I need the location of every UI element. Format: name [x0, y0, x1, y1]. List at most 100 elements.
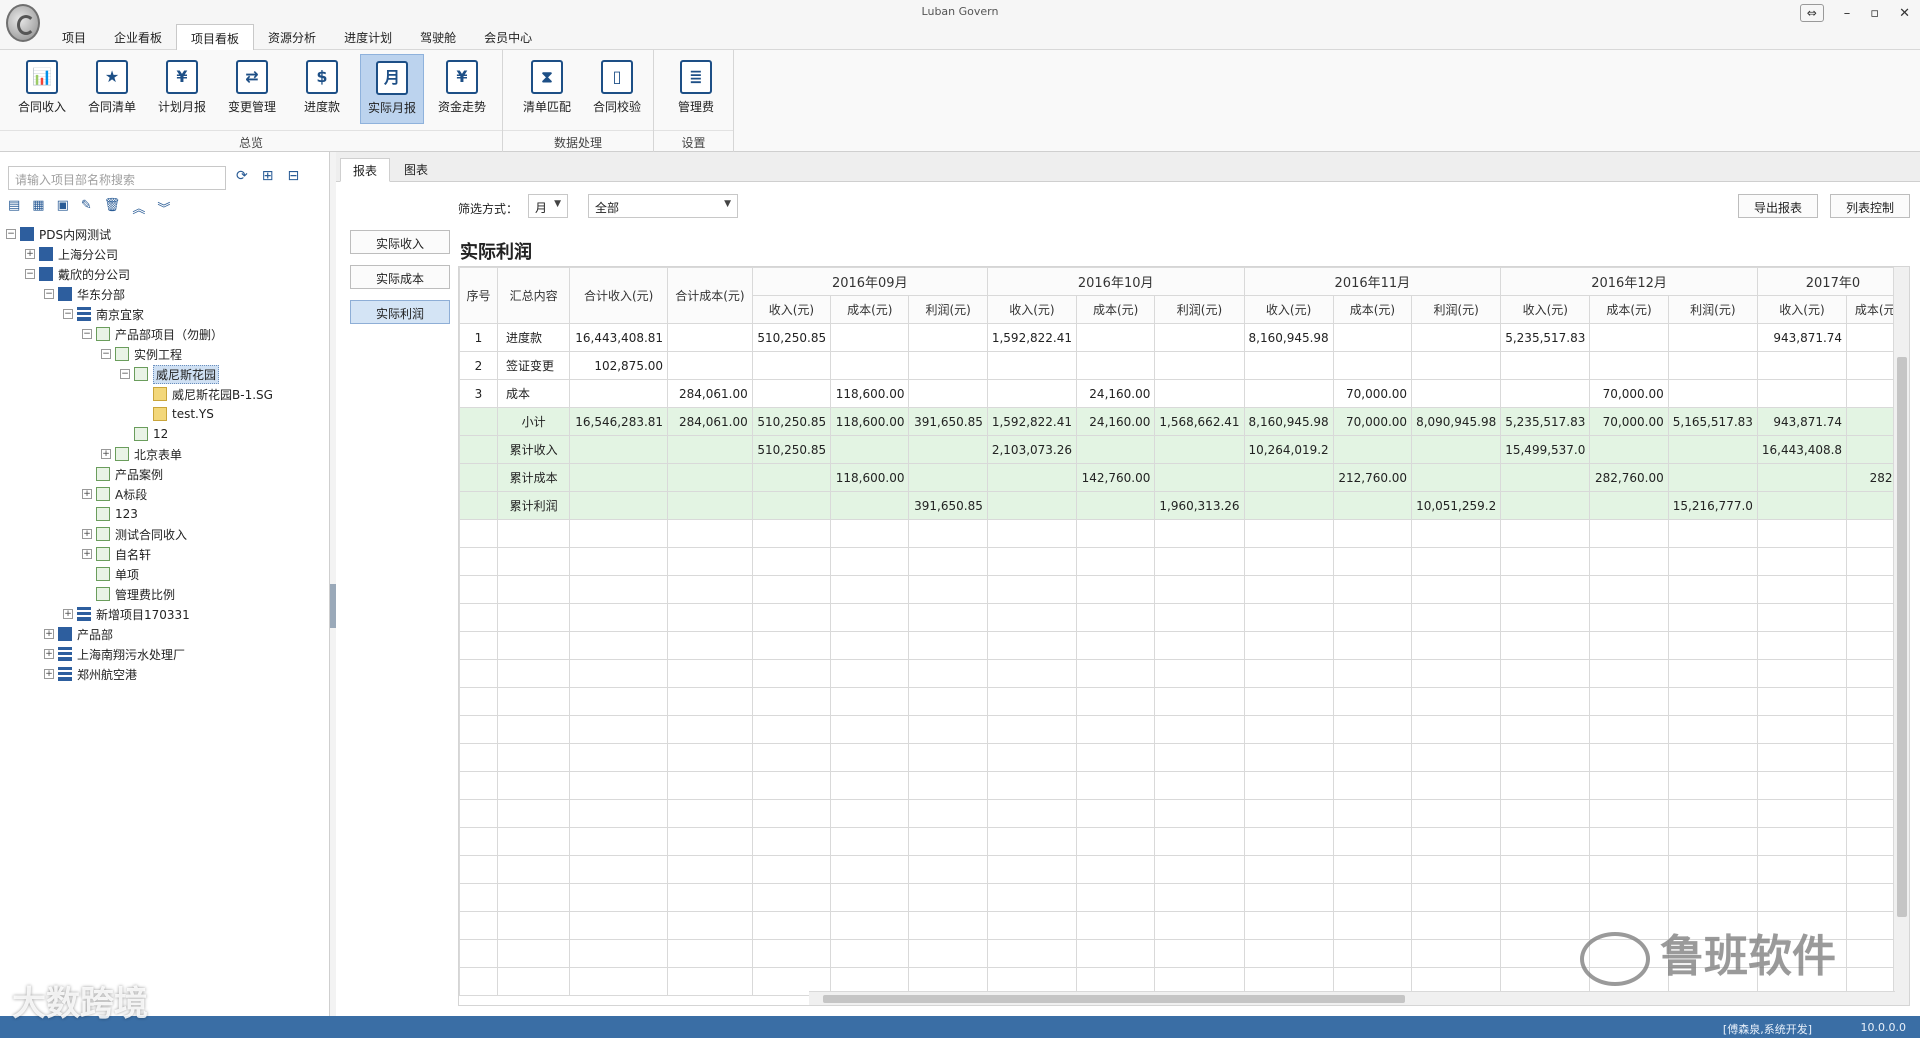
swap-icon[interactable]: ⇔ [1799, 4, 1824, 22]
table-row[interactable]: 3 成本 284,061.00 118,600.00 24,160.00 70,000.0… [459, 379, 1909, 408]
empty-cell [1589, 519, 1669, 548]
table-row[interactable]: 1 进度款 16,443,408.81 510,250.85 1,592,822.41 8… [459, 323, 1909, 352]
empty-cell [667, 855, 753, 884]
column-control-button[interactable]: 列表控制 [1830, 194, 1910, 218]
row-value: 70,000.00 [1589, 407, 1669, 436]
tab-chart[interactable]: 图表 [392, 158, 440, 182]
table-row[interactable]: 2 签证变更 102,875.00 [459, 351, 1909, 380]
move-down-icon[interactable]: ︾ [157, 198, 170, 217]
close-button[interactable]: ✕ [1899, 6, 1910, 21]
month-header: 2016年09月 [751, 267, 988, 296]
tree-node[interactable]: + 自名轩 [6, 544, 326, 564]
fund-trend-button[interactable]: ¥ 资金走势 [430, 54, 494, 124]
scope-select[interactable]: 全部 ▼ [588, 194, 738, 218]
empty-cell [1075, 939, 1156, 968]
menu-item[interactable]: 项目看板 [176, 24, 255, 50]
tree-node[interactable]: − 南京宜家 [6, 304, 326, 324]
tree-node[interactable]: + 测试合同收入 [6, 524, 326, 544]
delete-icon[interactable]: 🗑 [104, 198, 121, 217]
tree-node[interactable]: − 产品部项目（勿删） [6, 324, 326, 344]
scroll-thumb[interactable] [823, 995, 1405, 1003]
vertical-scrollbar[interactable] [1893, 267, 1909, 1005]
tree-node[interactable]: − 戴欣的分公司 [6, 264, 326, 284]
edit-icon[interactable]: ✎ [81, 198, 92, 217]
table-row[interactable]: 小计 16,546,283.81 284,061.00 510,250.85 118,6… [459, 407, 1909, 436]
menu-item[interactable]: 企业看板 [100, 24, 176, 50]
export-report-button[interactable]: 导出报表 [1738, 194, 1818, 218]
period-select[interactable]: 月 ▼ [528, 194, 568, 218]
collapse-icon[interactable]: − [101, 349, 111, 359]
actual-monthly-button[interactable]: 月实际月报 [360, 54, 424, 124]
tree-node[interactable]: test.YS [6, 404, 326, 424]
tree-node[interactable]: 威尼斯花园B-1.SG [6, 384, 326, 404]
row-seq [459, 491, 498, 520]
minimize-button[interactable]: – [1844, 6, 1851, 21]
table-row[interactable]: 累计成本 118,600.00 142,760.00 212,760.00 282,76… [459, 463, 1909, 492]
expand-icon[interactable]: + [44, 629, 54, 639]
collapse-icon[interactable]: − [44, 289, 54, 299]
tree-node[interactable]: − 实例工程 [6, 344, 326, 364]
collapse-icon[interactable]: − [63, 309, 73, 319]
progress-payment-button[interactable]: $ 进度款 [290, 54, 354, 124]
tree-node[interactable]: + 新增项目170331 [6, 604, 326, 624]
table-row[interactable]: 累计利润 391,650.85 1,960,313.26 10,051,259.2 15… [459, 491, 1909, 520]
tree-node[interactable]: + A标段 [6, 484, 326, 504]
collapse-icon[interactable]: − [82, 329, 92, 339]
menu-item[interactable]: 项目 [48, 24, 100, 50]
tree-node[interactable]: − 华东分部 [6, 284, 326, 304]
menu-item[interactable]: 资源分析 [254, 24, 330, 50]
scroll-thumb[interactable] [1897, 357, 1907, 917]
add-project-icon[interactable]: ▣ [57, 198, 69, 217]
expand-icon[interactable]: + [82, 529, 92, 539]
tree-node[interactable]: + 上海分公司 [6, 244, 326, 264]
expand-icon[interactable]: + [82, 549, 92, 559]
tree-node[interactable]: 管理费比例 [6, 584, 326, 604]
tree-node-label: 戴欣的分公司 [58, 267, 131, 282]
restore-button[interactable]: ▫ [1870, 6, 1879, 21]
plan-monthly-button[interactable]: ¥ 计划月报 [150, 54, 214, 124]
tree-node[interactable]: + 郑州航空港 [6, 664, 326, 684]
tree-node[interactable]: 12 [6, 424, 326, 444]
project-search-input[interactable]: 请输入项目部名称搜索 [8, 166, 226, 190]
expand-icon[interactable]: + [25, 249, 35, 259]
horizontal-scrollbar[interactable] [809, 991, 1895, 1005]
tree-node[interactable]: − PDS内网测试 [6, 224, 326, 244]
tree-node[interactable]: + 产品部 [6, 624, 326, 644]
tab-report[interactable]: 报表 [340, 158, 391, 182]
expand-icon[interactable]: + [101, 449, 111, 459]
add-child-icon[interactable]: ▦ [32, 198, 44, 217]
tree-node[interactable]: − 威尼斯花园 [6, 364, 326, 384]
list-match-button[interactable]: ⧗ 清单匹配 [515, 54, 579, 124]
menu-item[interactable]: 驾驶舱 [406, 24, 470, 50]
table-row[interactable]: 累计收入 510,250.85 2,103,073.26 10,264,019.2 15… [459, 435, 1909, 464]
expand-icon[interactable]: + [63, 609, 73, 619]
collapse-icon[interactable]: − [6, 229, 16, 239]
contract-check-button[interactable]: ▯ 合同校验 [585, 54, 649, 124]
row-total-cost [667, 323, 753, 352]
tree-node[interactable]: 单项 [6, 564, 326, 584]
contract-list-button[interactable]: ★ 合同清单 [80, 54, 144, 124]
add-node-icon[interactable]: ▤ [8, 198, 20, 217]
contract-income-button[interactable]: 📊 合同收入 [10, 54, 74, 124]
actual-income-button[interactable]: 实际收入 [350, 230, 450, 254]
refresh-icon[interactable]: ⟳ [236, 168, 248, 184]
tree-node[interactable]: + 北京表单 [6, 444, 326, 464]
menu-item[interactable]: 进度计划 [330, 24, 406, 50]
menu-item[interactable]: 会员中心 [470, 24, 546, 50]
move-up-icon[interactable]: ︽ [132, 198, 145, 217]
expand-icon[interactable]: + [44, 669, 54, 679]
expand-icon[interactable]: + [44, 649, 54, 659]
collapse-icon[interactable]: − [25, 269, 35, 279]
collapse-all-icon[interactable]: ⊟ [287, 168, 299, 184]
management-fee-button[interactable]: ≣ 管理费 [664, 54, 728, 124]
chevron-down-icon: ▼ [724, 199, 731, 209]
collapse-icon[interactable]: − [120, 369, 130, 379]
change-management-button[interactable]: ⇄ 变更管理 [220, 54, 284, 124]
actual-cost-button[interactable]: 实际成本 [350, 265, 450, 289]
expand-icon[interactable]: + [82, 489, 92, 499]
tree-node[interactable]: + 上海南翔污水处理厂 [6, 644, 326, 664]
tree-node[interactable]: 123 [6, 504, 326, 524]
expand-all-icon[interactable]: ⊞ [262, 168, 274, 184]
tree-node[interactable]: 产品案例 [6, 464, 326, 484]
actual-profit-button[interactable]: 实际利润 [350, 300, 450, 324]
